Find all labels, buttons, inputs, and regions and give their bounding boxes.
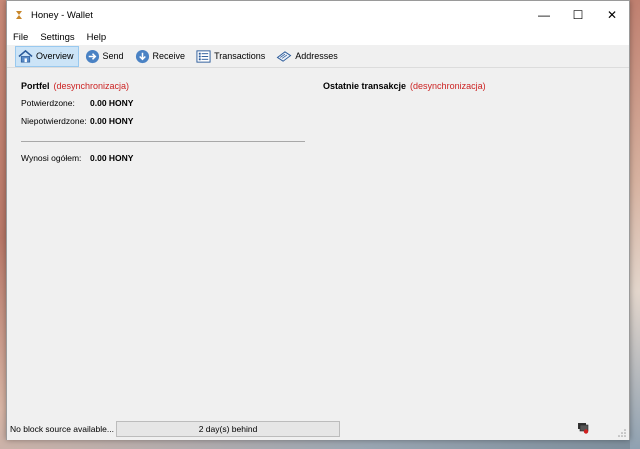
confirmed-value: 0.00 HONY [90, 98, 134, 108]
tab-receive[interactable]: Receive [132, 46, 191, 67]
overview-page: Portfel (desynchronizacja) Potwierdzone: … [7, 69, 629, 419]
minimize-button[interactable]: — [527, 1, 561, 29]
menu-file[interactable]: File [7, 32, 34, 43]
tab-overview-label: Overview [36, 51, 74, 61]
window-title: Honey - Wallet [31, 9, 93, 21]
unconfirmed-value: 0.00 HONY [90, 116, 134, 126]
block-source-status: No block source available... [10, 424, 114, 434]
close-icon: ✕ [606, 8, 618, 22]
tab-overview[interactable]: Overview [15, 45, 79, 67]
tab-addresses[interactable]: Addresses [273, 46, 343, 67]
tab-receive-label: Receive [152, 51, 186, 61]
toolbar: Overview Send Receive Transactions Addre… [7, 45, 629, 68]
tab-send-label: Send [102, 51, 124, 61]
recent-heading-text: Ostatnie transakcje [323, 81, 407, 91]
sync-progress-text: 2 day(s) behind [198, 424, 258, 434]
minimize-icon: — [538, 8, 550, 22]
home-icon [18, 49, 33, 62]
menu-help[interactable]: Help [81, 32, 113, 43]
send-icon [85, 49, 99, 63]
menu-bar: File Settings Help [7, 29, 629, 45]
sync-progress-bar: 2 day(s) behind [116, 421, 340, 437]
desktop-background [630, 0, 640, 449]
menu-settings[interactable]: Settings [34, 32, 80, 43]
maximize-icon: ☐ [572, 8, 584, 22]
app-window: Honey - Wallet — ☐ ✕ File Settings Help … [6, 0, 630, 440]
confirmed-label: Potwierdzone: [21, 98, 75, 108]
wallet-heading-text: Portfel [21, 81, 50, 91]
balance-divider [21, 141, 305, 142]
wallet-sync-status[interactable]: (desynchronizacja) [54, 81, 130, 91]
wallet-heading: Portfel (desynchronizacja) [21, 81, 129, 91]
title-bar[interactable]: Honey - Wallet — ☐ ✕ [7, 1, 629, 29]
receive-icon [135, 49, 149, 63]
list-icon [196, 49, 211, 63]
recent-sync-status[interactable]: (desynchronizacja) [410, 81, 486, 91]
tab-send[interactable]: Send [82, 46, 129, 67]
tab-addresses-label: Addresses [295, 51, 338, 61]
resize-grip-icon[interactable] [617, 428, 627, 438]
address-book-icon [276, 50, 292, 62]
tab-transactions-label: Transactions [214, 51, 266, 61]
network-sync-warning-icon[interactable] [577, 422, 589, 436]
total-label: Wynosi ogółem: [21, 153, 82, 163]
honey-app-icon [13, 9, 25, 21]
recent-transactions-heading: Ostatnie transakcje (desynchronizacja) [323, 81, 486, 91]
maximize-button[interactable]: ☐ [561, 1, 595, 29]
total-value: 0.00 HONY [90, 153, 134, 163]
close-button[interactable]: ✕ [595, 1, 629, 29]
unconfirmed-label: Niepotwierdzone: [21, 116, 87, 126]
status-bar: No block source available... 2 day(s) be… [7, 419, 629, 440]
tab-transactions[interactable]: Transactions [193, 46, 270, 67]
